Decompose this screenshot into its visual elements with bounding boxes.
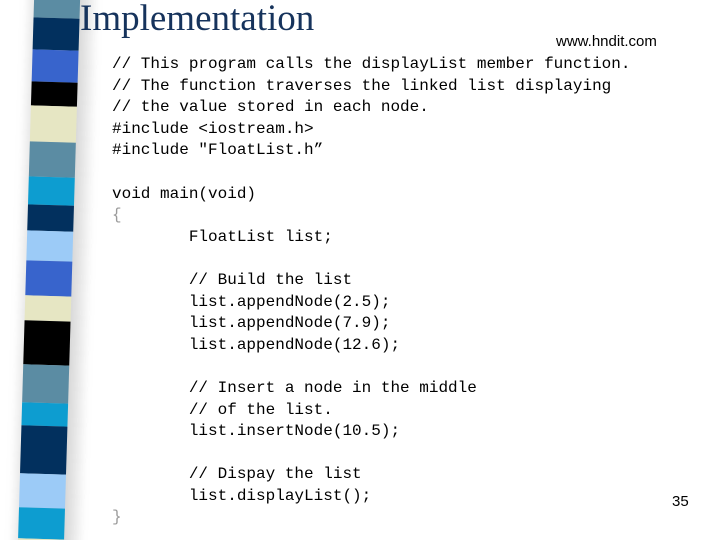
color-band: [22, 364, 70, 404]
slide-canvas: Implementation www.hndit.com // This pro…: [0, 0, 720, 540]
color-band: [21, 402, 69, 427]
code-line: #include <iostream.h>: [112, 119, 314, 138]
page-number: 35: [672, 493, 689, 510]
color-band: [29, 105, 77, 143]
color-band: [23, 320, 71, 366]
color-band: [18, 507, 65, 540]
code-line: {: [112, 206, 122, 225]
color-band: [25, 260, 73, 297]
code-line: // This program calls the displayList me…: [112, 55, 631, 73]
code-line: // The function traverses the linked lis…: [112, 76, 612, 95]
code-line: list.displayList();: [112, 486, 372, 505]
color-band: [30, 81, 78, 107]
color-band: [24, 295, 72, 322]
code-line: FloatList list;: [112, 227, 333, 246]
code-line: // the value stored in each node.: [112, 98, 429, 117]
color-band: [26, 230, 74, 262]
watermark-url: www.hndit.com: [556, 33, 657, 50]
code-line: // Dispay the list: [112, 465, 362, 484]
code-listing: // This program calls the displayList me…: [112, 54, 712, 529]
code-line: void main(void): [112, 184, 257, 203]
color-band: [19, 473, 66, 509]
color-band: [27, 204, 74, 232]
color-band: [31, 49, 79, 83]
color-band: [33, 0, 81, 19]
code-line: list.appendNode(12.6);: [112, 335, 401, 354]
color-band: [27, 176, 75, 206]
code-line: // Build the list: [112, 270, 353, 289]
code-line: list.appendNode(2.5);: [112, 292, 391, 311]
code-line: }: [112, 508, 122, 527]
code-line: // Insert a node in the middle: [112, 378, 477, 397]
code-line: list.insertNode(10.5);: [112, 422, 401, 441]
code-line: #include "FloatList.h”: [112, 141, 324, 160]
code-line: list.appendNode(7.9);: [112, 314, 391, 333]
decorative-color-bar: [0, 0, 110, 540]
color-band: [32, 17, 80, 51]
color-band: [28, 141, 76, 178]
code-line: // of the list.: [112, 400, 333, 419]
color-band: [20, 425, 68, 475]
